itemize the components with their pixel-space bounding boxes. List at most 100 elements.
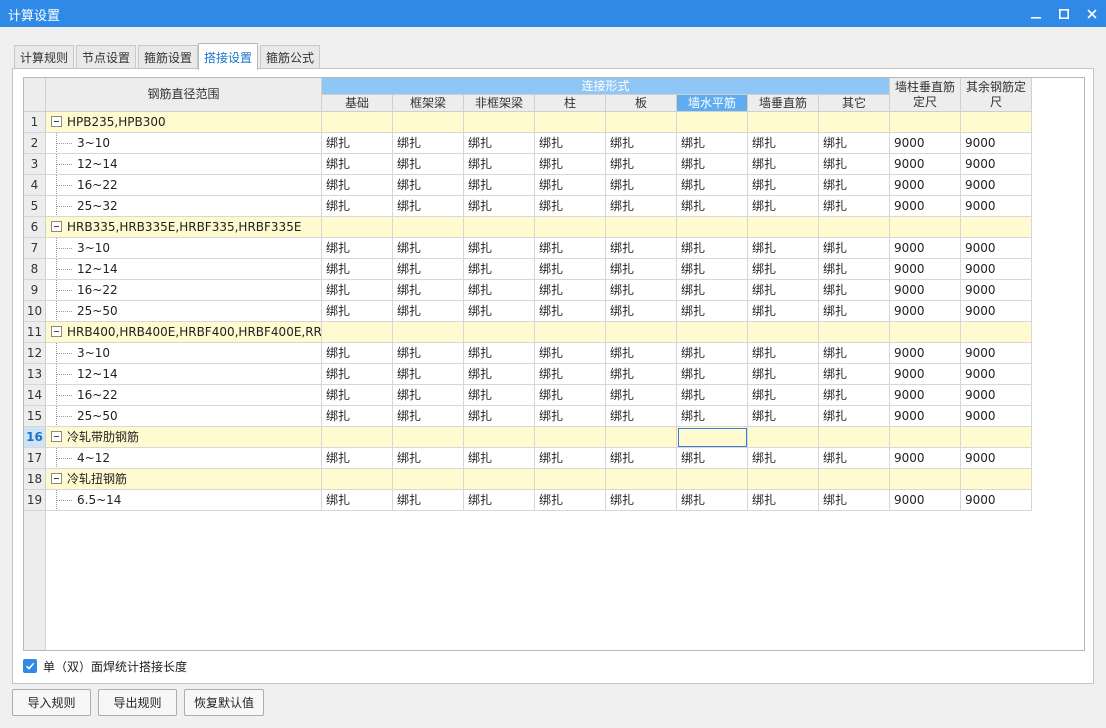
connection-type-cell[interactable]: 绑扎 [748, 175, 819, 196]
fixed-length-cell[interactable]: 9000 [890, 280, 961, 301]
connection-type-cell[interactable] [464, 427, 535, 448]
connection-type-cell[interactable]: 绑扎 [748, 406, 819, 427]
fixed-length-cell[interactable]: 9000 [961, 259, 1032, 280]
range-label-cell[interactable]: 12~14 [46, 259, 322, 280]
connection-type-cell[interactable]: 绑扎 [819, 301, 890, 322]
table-row[interactable]: 9 16~22 绑扎 绑扎 绑扎 绑扎 绑扎 绑扎 绑扎 绑扎 9000 9000 [24, 280, 1032, 301]
fixed-length-cell[interactable]: 9000 [890, 259, 961, 280]
connection-type-cell[interactable]: 绑扎 [393, 385, 464, 406]
fixed-length-cell[interactable] [961, 469, 1032, 490]
connection-type-cell[interactable]: 绑扎 [819, 154, 890, 175]
fixed-length-cell[interactable]: 9000 [890, 490, 961, 511]
tab-calc-rules[interactable]: 计算规则 [14, 45, 74, 69]
fixed-length-cell[interactable] [890, 322, 961, 343]
fixed-length-cell[interactable]: 9000 [890, 406, 961, 427]
connection-type-cell[interactable]: 绑扎 [464, 343, 535, 364]
table-row[interactable]: 4 16~22 绑扎 绑扎 绑扎 绑扎 绑扎 绑扎 绑扎 绑扎 9000 9000 [24, 175, 1032, 196]
connection-type-cell[interactable]: 绑扎 [748, 280, 819, 301]
group-label-cell[interactable]: HRB335,HRB335E,HRBF335,HRBF335E [46, 217, 322, 238]
table-row[interactable]: 7 3~10 绑扎 绑扎 绑扎 绑扎 绑扎 绑扎 绑扎 绑扎 9000 9000 [24, 238, 1032, 259]
connection-type-cell[interactable]: 绑扎 [748, 196, 819, 217]
range-label-cell[interactable]: 4~12 [46, 448, 322, 469]
row-number[interactable]: 2 [24, 133, 46, 154]
connection-type-cell[interactable]: 绑扎 [748, 448, 819, 469]
tab-stirrup-settings[interactable]: 箍筋设置 [138, 45, 198, 69]
minimize-button[interactable] [1022, 0, 1050, 27]
fixed-length-cell[interactable]: 9000 [961, 175, 1032, 196]
row-number[interactable]: 14 [24, 385, 46, 406]
fixed-length-cell[interactable]: 9000 [961, 196, 1032, 217]
connection-type-cell[interactable]: 绑扎 [464, 301, 535, 322]
group-label-cell[interactable]: HRB400,HRB400E,HRBF400,HRBF400E,RR... [46, 322, 322, 343]
connection-type-cell[interactable]: 绑扎 [535, 385, 606, 406]
connection-type-cell[interactable]: 绑扎 [393, 448, 464, 469]
table-row[interactable]: 5 25~32 绑扎 绑扎 绑扎 绑扎 绑扎 绑扎 绑扎 绑扎 9000 9000 [24, 196, 1032, 217]
connection-type-cell[interactable]: 绑扎 [606, 133, 677, 154]
table-row[interactable]: 12 3~10 绑扎 绑扎 绑扎 绑扎 绑扎 绑扎 绑扎 绑扎 9000 9000 [24, 343, 1032, 364]
fixed-length-cell[interactable] [961, 112, 1032, 133]
connection-type-cell[interactable]: 绑扎 [606, 259, 677, 280]
fixed-length-cell[interactable] [961, 217, 1032, 238]
fixed-length-cell[interactable]: 9000 [890, 364, 961, 385]
connection-type-cell[interactable]: 绑扎 [606, 343, 677, 364]
connection-type-cell[interactable]: 绑扎 [393, 364, 464, 385]
range-label-cell[interactable]: 25~32 [46, 196, 322, 217]
connection-type-cell[interactable]: 绑扎 [535, 259, 606, 280]
row-number[interactable]: 19 [24, 490, 46, 511]
connection-type-cell[interactable]: 绑扎 [393, 238, 464, 259]
connection-type-cell[interactable]: 绑扎 [535, 175, 606, 196]
connection-type-cell[interactable]: 绑扎 [322, 490, 393, 511]
connection-type-cell[interactable] [606, 469, 677, 490]
connection-type-cell[interactable]: 绑扎 [535, 448, 606, 469]
connection-type-cell[interactable]: 绑扎 [322, 133, 393, 154]
connection-type-cell[interactable] [819, 469, 890, 490]
table-row[interactable]: 2 3~10 绑扎 绑扎 绑扎 绑扎 绑扎 绑扎 绑扎 绑扎 9000 9000 [24, 133, 1032, 154]
fixed-length-cell[interactable]: 9000 [890, 133, 961, 154]
connection-type-cell[interactable]: 绑扎 [393, 406, 464, 427]
header-fixed-length-a[interactable]: 墙柱垂直筋定尺 [890, 78, 961, 112]
connection-type-cell[interactable]: 绑扎 [322, 448, 393, 469]
connection-type-cell[interactable]: 绑扎 [464, 133, 535, 154]
fixed-length-cell[interactable]: 9000 [890, 154, 961, 175]
connection-type-cell[interactable]: 绑扎 [748, 385, 819, 406]
group-row[interactable]: 11 HRB400,HRB400E,HRBF400,HRBF400E,RR... [24, 322, 1032, 343]
row-number[interactable]: 15 [24, 406, 46, 427]
range-label-cell[interactable]: 25~50 [46, 301, 322, 322]
connection-type-cell[interactable]: 绑扎 [819, 343, 890, 364]
connection-type-cell[interactable]: 绑扎 [393, 154, 464, 175]
header-wall-vertical-bar[interactable]: 墙垂直筋 [748, 95, 819, 112]
connection-type-cell[interactable] [535, 427, 606, 448]
connection-type-cell[interactable]: 绑扎 [464, 406, 535, 427]
fixed-length-cell[interactable]: 9000 [890, 301, 961, 322]
fixed-length-cell[interactable]: 9000 [890, 175, 961, 196]
range-label-cell[interactable]: 3~10 [46, 133, 322, 154]
connection-type-cell[interactable]: 绑扎 [677, 301, 748, 322]
range-label-cell[interactable]: 12~14 [46, 154, 322, 175]
connection-type-cell[interactable]: 绑扎 [819, 406, 890, 427]
table-row[interactable]: 19 6.5~14 绑扎 绑扎 绑扎 绑扎 绑扎 绑扎 绑扎 绑扎 9000 9000 [24, 490, 1032, 511]
collapse-icon[interactable] [51, 116, 62, 127]
connection-type-cell[interactable] [606, 217, 677, 238]
connection-type-cell[interactable]: 绑扎 [393, 196, 464, 217]
restore-defaults-button[interactable]: 恢复默认值 [184, 689, 264, 716]
connection-type-cell[interactable] [322, 112, 393, 133]
group-label-cell[interactable]: 冷轧扭钢筋 [46, 469, 322, 490]
group-label-cell[interactable]: 冷轧带肋钢筋 [46, 427, 322, 448]
table-row[interactable]: 13 12~14 绑扎 绑扎 绑扎 绑扎 绑扎 绑扎 绑扎 绑扎 9000 9000 [24, 364, 1032, 385]
header-diameter-range[interactable]: 钢筋直径范围 [46, 78, 322, 112]
row-number[interactable]: 6 [24, 217, 46, 238]
fixed-length-cell[interactable]: 9000 [961, 385, 1032, 406]
connection-type-cell[interactable]: 绑扎 [819, 490, 890, 511]
connection-type-cell[interactable]: 绑扎 [748, 133, 819, 154]
range-label-cell[interactable]: 6.5~14 [46, 490, 322, 511]
connection-type-cell[interactable] [677, 322, 748, 343]
connection-type-cell[interactable]: 绑扎 [322, 196, 393, 217]
connection-type-cell[interactable]: 绑扎 [606, 238, 677, 259]
connection-type-cell[interactable] [535, 112, 606, 133]
connection-type-cell[interactable]: 绑扎 [464, 259, 535, 280]
row-number[interactable]: 18 [24, 469, 46, 490]
connection-type-cell[interactable]: 绑扎 [677, 490, 748, 511]
connection-type-cell[interactable]: 绑扎 [535, 301, 606, 322]
connection-type-cell[interactable]: 绑扎 [606, 280, 677, 301]
connection-type-cell[interactable] [322, 427, 393, 448]
